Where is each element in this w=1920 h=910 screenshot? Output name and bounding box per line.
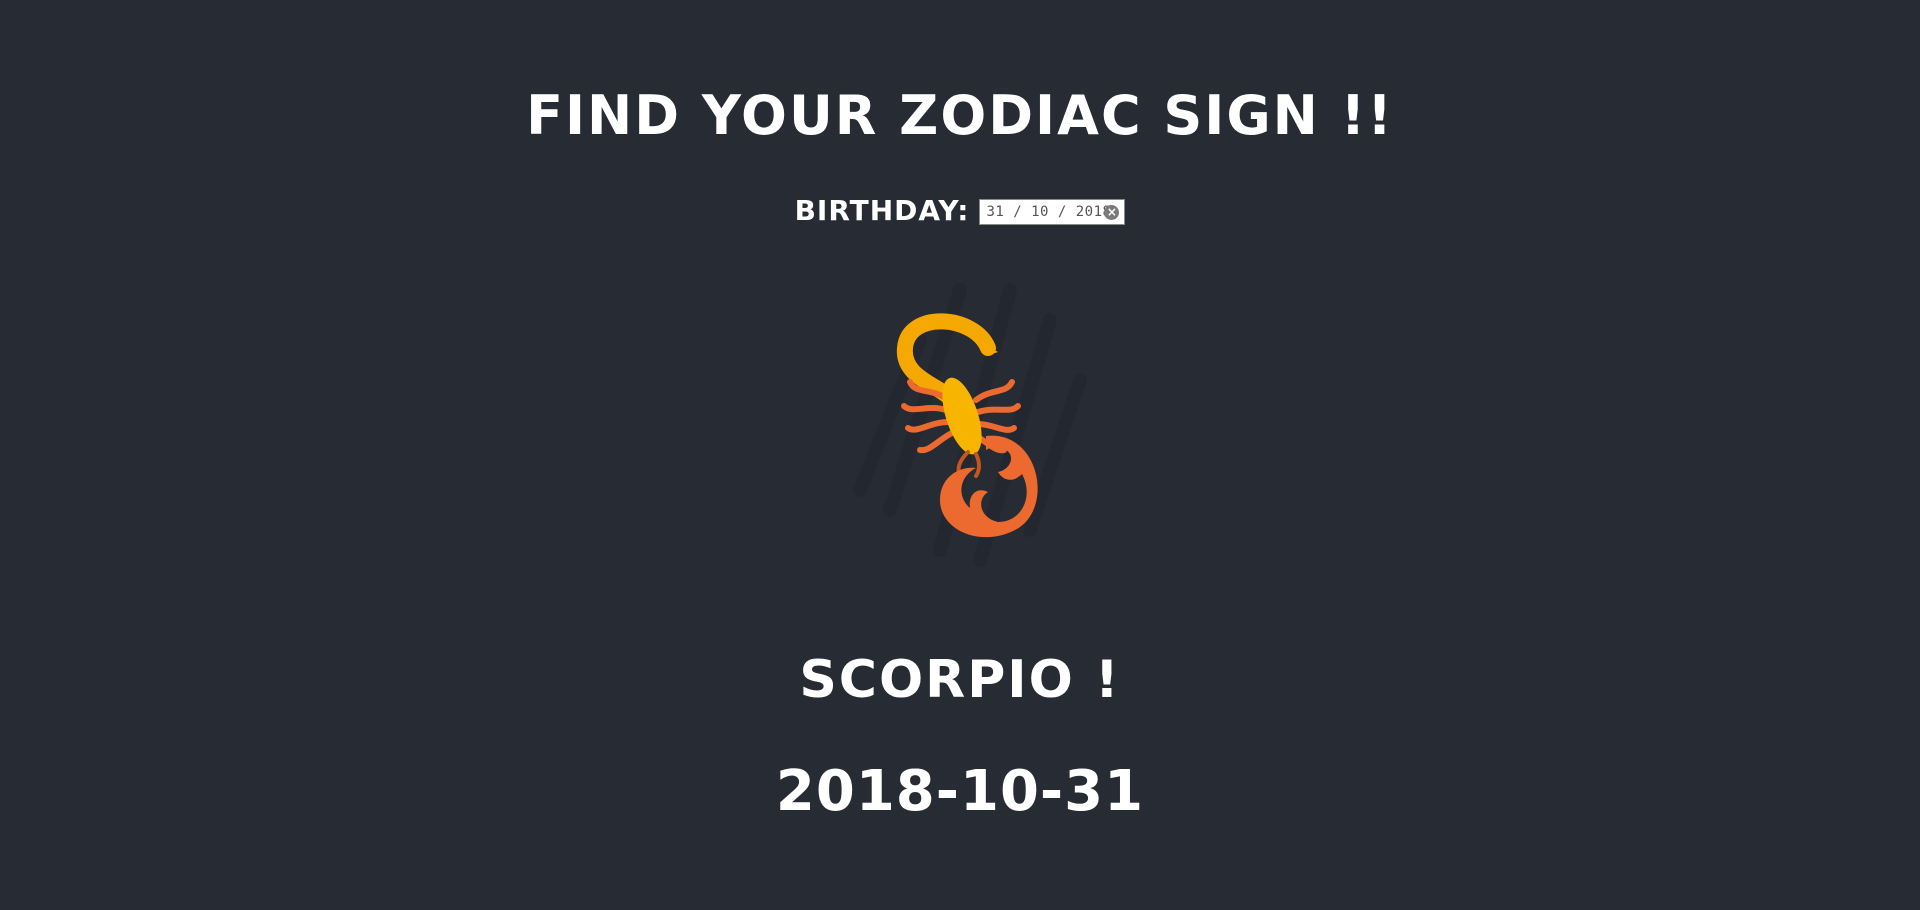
scorpion-icon bbox=[853, 283, 1087, 567]
page: FIND YOUR ZODIAC SIGN !! BIRTHDAY: 31 / … bbox=[0, 0, 1920, 910]
zodiac-sign-name: SCORPIO ! bbox=[799, 650, 1121, 710]
clear-icon[interactable]: × bbox=[1104, 205, 1120, 220]
birthday-date-input[interactable]: 31 / 10 / 2018 × bbox=[979, 199, 1126, 225]
page-title: FIND YOUR ZODIAC SIGN !! bbox=[526, 84, 1394, 147]
selected-date-display: 2018-10-31 bbox=[775, 759, 1145, 824]
zodiac-sign-image bbox=[800, 260, 1120, 580]
birthday-label: BIRTHDAY: bbox=[794, 193, 970, 227]
birthday-date-value[interactable]: 31 / 10 / 2018 bbox=[986, 204, 1111, 220]
birthday-row: BIRTHDAY: 31 / 10 / 2018 × bbox=[0, 190, 1920, 230]
